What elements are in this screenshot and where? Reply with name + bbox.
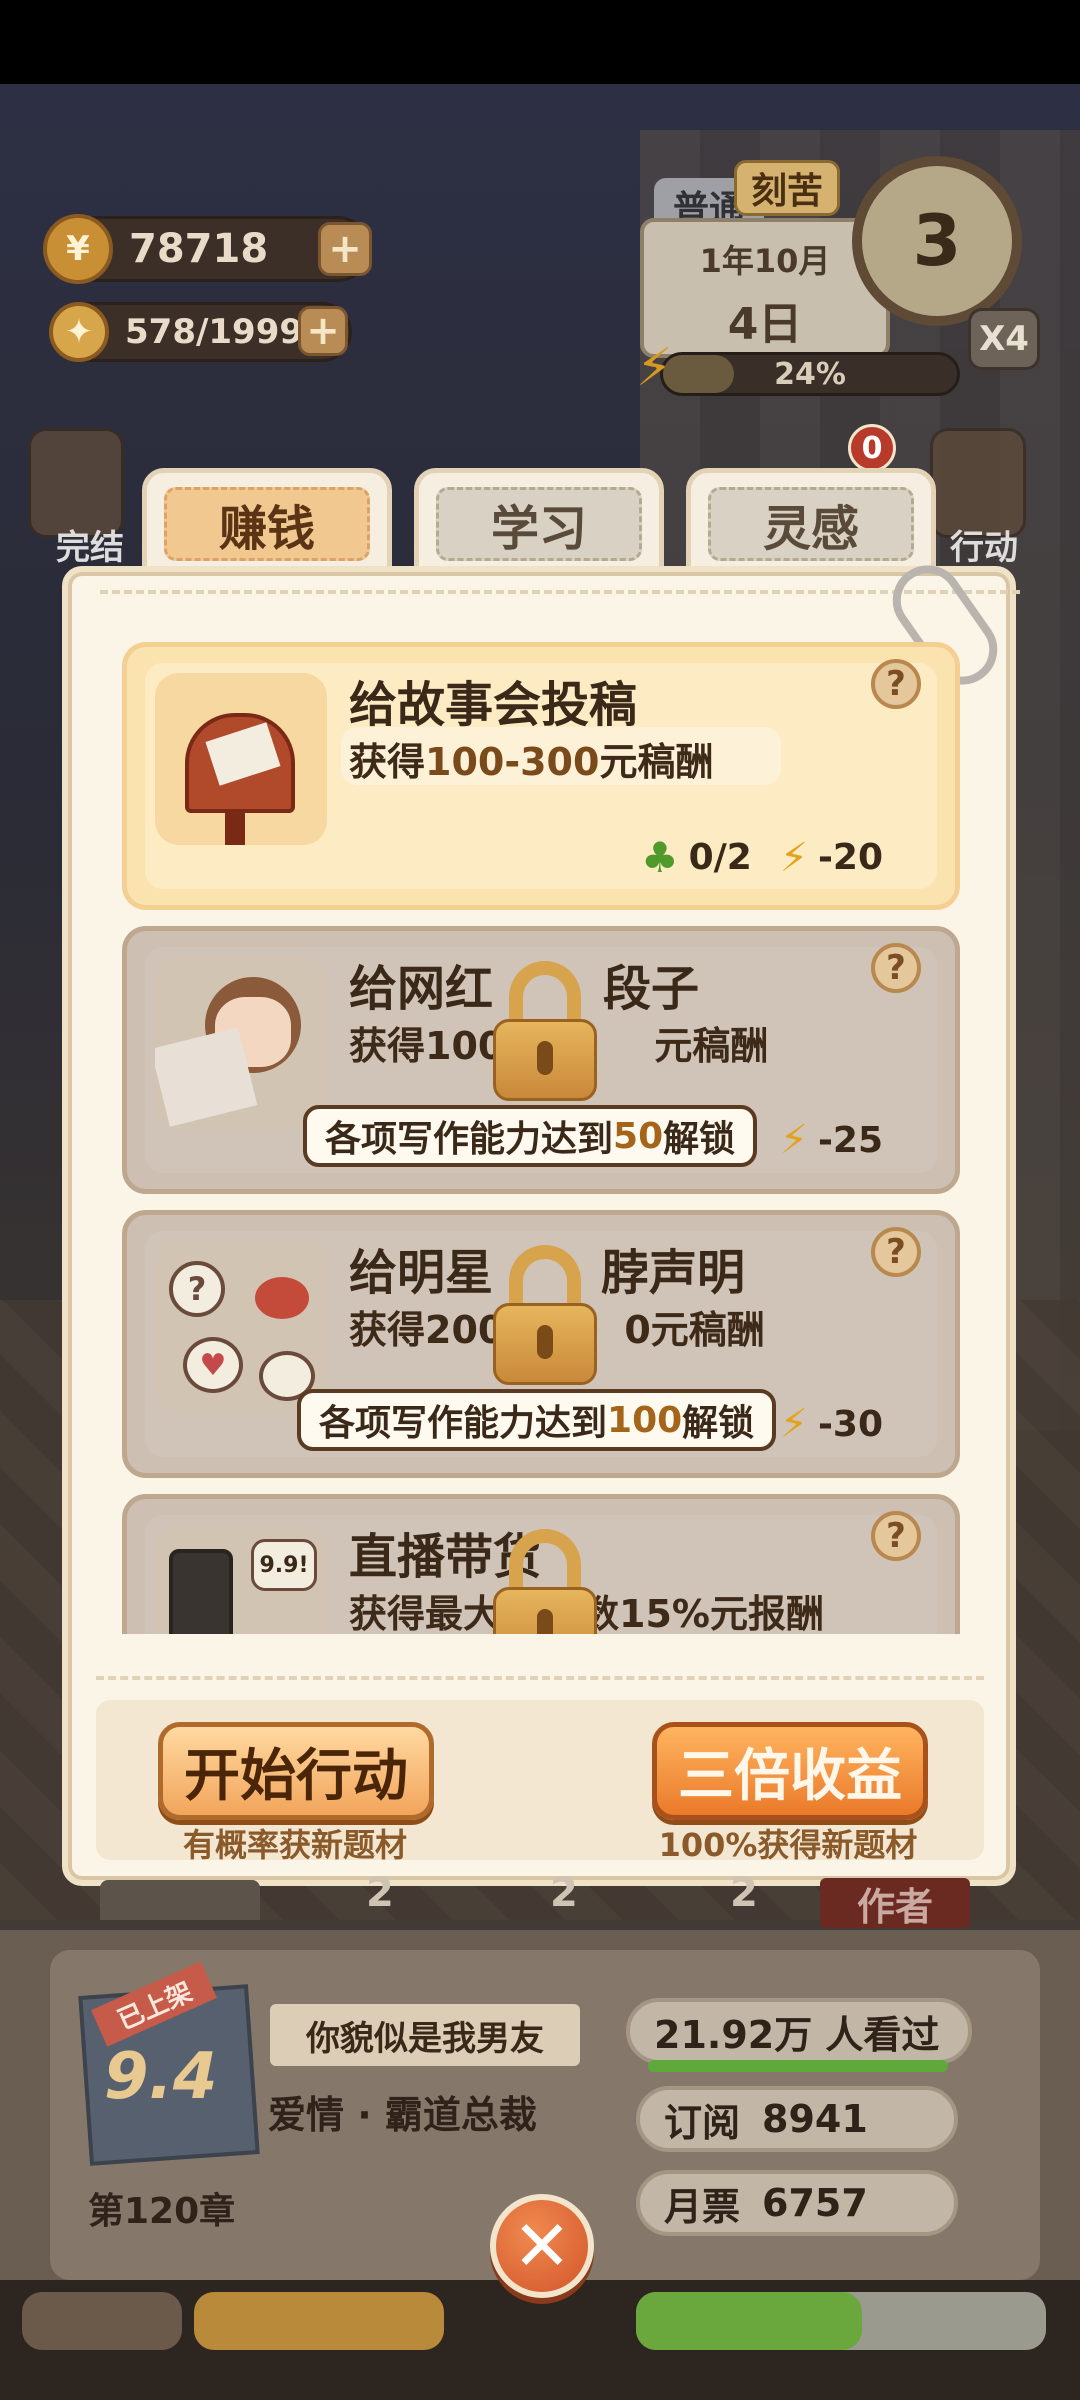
difficulty-tag-hard[interactable]: 刻苦 bbox=[734, 160, 840, 216]
clover-icon: ♣ bbox=[640, 833, 679, 882]
help-icon[interactable]: ? bbox=[871, 1227, 921, 1277]
under-panel-number: 2 bbox=[730, 1870, 758, 1916]
coin-value: 78718 bbox=[129, 226, 269, 272]
lock-icon bbox=[493, 1245, 597, 1385]
task-reward-value: 100-300 bbox=[425, 740, 600, 784]
close-icon[interactable]: ✕ bbox=[490, 2194, 594, 2298]
tab-earn-money[interactable]: 赚钱 bbox=[142, 468, 392, 578]
unlock-value: 100 bbox=[607, 1399, 683, 1441]
task-card-livestream-selling[interactable]: 9.9! 直播带货 获得最大 数15%元报酬 ? bbox=[122, 1494, 960, 1634]
task-cost: ⚡ -25 bbox=[780, 1117, 883, 1163]
notification-badge: 0 bbox=[848, 424, 896, 472]
task-cost: ♣ 0/2 ⚡ -20 bbox=[641, 833, 883, 882]
clock-dial[interactable]: 3 bbox=[852, 156, 1022, 326]
book-chapter: 第120章 bbox=[88, 2191, 236, 2232]
energy-bolt-icon: ⚡ bbox=[779, 1401, 808, 1447]
bottom-progress-bar bbox=[194, 2292, 444, 2350]
energy-bolt-icon: ⚡ bbox=[779, 834, 808, 881]
under-panel-number: 2 bbox=[550, 1870, 578, 1916]
unlock-value: 50 bbox=[613, 1115, 664, 1157]
unlock-requirement: 各项写作能力达到 50 解锁 bbox=[303, 1105, 758, 1167]
task-card-story-submission[interactable]: 给故事会投稿 获得100-300元稿酬 ? ♣ 0/2 ⚡ -20 bbox=[122, 642, 960, 910]
start-action-button[interactable]: 开始行动 bbox=[158, 1722, 434, 1820]
add-coins-button[interactable]: + bbox=[318, 222, 372, 276]
livestream-thumb: 9.9! bbox=[155, 1525, 327, 1634]
book-rating: 9.4 bbox=[104, 2040, 218, 2114]
date-month: 1年10月 bbox=[699, 242, 831, 280]
lock-icon bbox=[493, 961, 597, 1101]
tab-study-label: 学习 bbox=[436, 487, 642, 561]
date-day: 4日 bbox=[727, 299, 803, 350]
triple-reward-button[interactable]: 三倍收益 bbox=[652, 1722, 928, 1820]
monthly-tickets-stat: 月票 6757 bbox=[636, 2170, 958, 2236]
task-cost: ⚡ -30 bbox=[780, 1401, 883, 1447]
bottom-slot bbox=[22, 2292, 182, 2350]
views-progress bbox=[648, 2060, 948, 2072]
tab-study[interactable]: 学习 bbox=[414, 468, 664, 578]
triple-reward-caption: 100%获得新题材 bbox=[658, 1826, 918, 1864]
energy-bolt-icon: ⚡ bbox=[636, 338, 673, 398]
task-list[interactable]: 给故事会投稿 获得100-300元稿酬 ? ♣ 0/2 ⚡ -20 给网红 段子 … bbox=[118, 630, 964, 1634]
tab-inspiration-label: 灵感 bbox=[708, 487, 914, 561]
task-title: 给故事会投稿 bbox=[349, 677, 638, 733]
mailbox-icon bbox=[155, 673, 327, 845]
speech-bubbles-thumb: ? ♥ bbox=[155, 1241, 327, 1413]
energy-cost: -25 bbox=[817, 1119, 883, 1161]
tab-inspiration[interactable]: 灵感 bbox=[686, 468, 936, 578]
panel-divider-bottom bbox=[96, 1676, 984, 1680]
task-card-celebrity-statement[interactable]: ? ♥ 给明星 脖声明 获得200 0元稿酬 ? ⚡ -30 各项写作能力达到 100… bbox=[122, 1210, 960, 1478]
add-ideas-button[interactable]: + bbox=[298, 306, 348, 356]
coin-icon: ¥ bbox=[43, 214, 113, 284]
influencer-thumb bbox=[155, 957, 327, 1129]
energy-fill bbox=[663, 355, 734, 393]
under-panel-number: 2 bbox=[366, 1870, 394, 1916]
help-icon[interactable]: ? bbox=[871, 943, 921, 993]
speed-button[interactable]: X4 bbox=[968, 308, 1040, 370]
energy-cost: -30 bbox=[817, 1403, 883, 1445]
energy-percent: 24% bbox=[774, 356, 846, 392]
clock-value: 3 bbox=[912, 200, 962, 282]
lock-icon bbox=[493, 1529, 597, 1634]
panel-divider bbox=[100, 590, 1020, 594]
task-card-influencer-jokes[interactable]: 给网红 段子 获得100 元稿酬 ? ⚡ -25 各项写作能力达到 50 解锁 bbox=[122, 926, 960, 1194]
action-side-label: 行动 bbox=[950, 528, 1018, 568]
book-name: 你貌似是我男友 bbox=[270, 2004, 580, 2066]
book-genre: 爱情 · 霸道总裁 bbox=[268, 2093, 537, 2137]
energy-bolt-icon: ⚡ bbox=[779, 1117, 808, 1163]
help-icon[interactable]: ? bbox=[871, 1511, 921, 1561]
clover-count: 0/2 bbox=[688, 837, 752, 878]
unlock-requirement: 各项写作能力达到 100 解锁 bbox=[297, 1389, 777, 1451]
views-stat: 21.92万 人看过 bbox=[626, 1998, 972, 2064]
dim-scroll-up-button[interactable] bbox=[100, 1880, 260, 1920]
finish-book-label: 完结 bbox=[56, 528, 124, 568]
idea-value: 578/1999 bbox=[125, 312, 304, 352]
price-tag: 9.9! bbox=[251, 1539, 317, 1591]
start-action-caption: 有概率获新题材 bbox=[182, 1826, 407, 1864]
subscriptions-stat: 订阅 8941 bbox=[636, 2086, 958, 2152]
help-icon[interactable]: ? bbox=[871, 659, 921, 709]
tab-earn-money-label: 赚钱 bbox=[164, 487, 370, 561]
author-tag: 作者 bbox=[820, 1878, 970, 1929]
energy-bar: 24% bbox=[660, 352, 960, 396]
bottom-progress-bar-right bbox=[636, 2292, 1046, 2350]
energy-cost: -20 bbox=[817, 837, 883, 878]
task-reward: 获得100-300元稿酬 bbox=[349, 740, 714, 784]
status-bar bbox=[0, 0, 1080, 84]
lightbulb-icon: ✦ bbox=[49, 302, 109, 362]
